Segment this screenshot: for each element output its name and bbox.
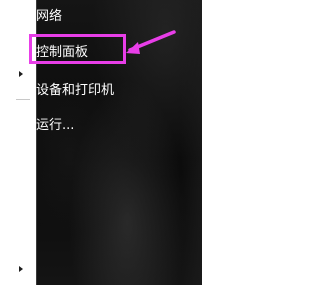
menu-item-run[interactable]: 运行...: [36, 118, 74, 134]
menu-item-devices-and-printers[interactable]: 设备和打印机: [36, 83, 114, 99]
right-edge-shadow: [180, 0, 202, 285]
separator-line: [16, 99, 30, 100]
submenu-arrow-icon[interactable]: [19, 266, 23, 272]
menu-item-network[interactable]: 网络: [36, 9, 62, 25]
submenu-arrow-icon[interactable]: [19, 71, 23, 77]
start-menu-screen: 网络 控制面板 设备和打印机 运行...: [0, 0, 202, 285]
highlight-box: [29, 34, 126, 64]
pointer-arrow-icon: [126, 30, 176, 54]
